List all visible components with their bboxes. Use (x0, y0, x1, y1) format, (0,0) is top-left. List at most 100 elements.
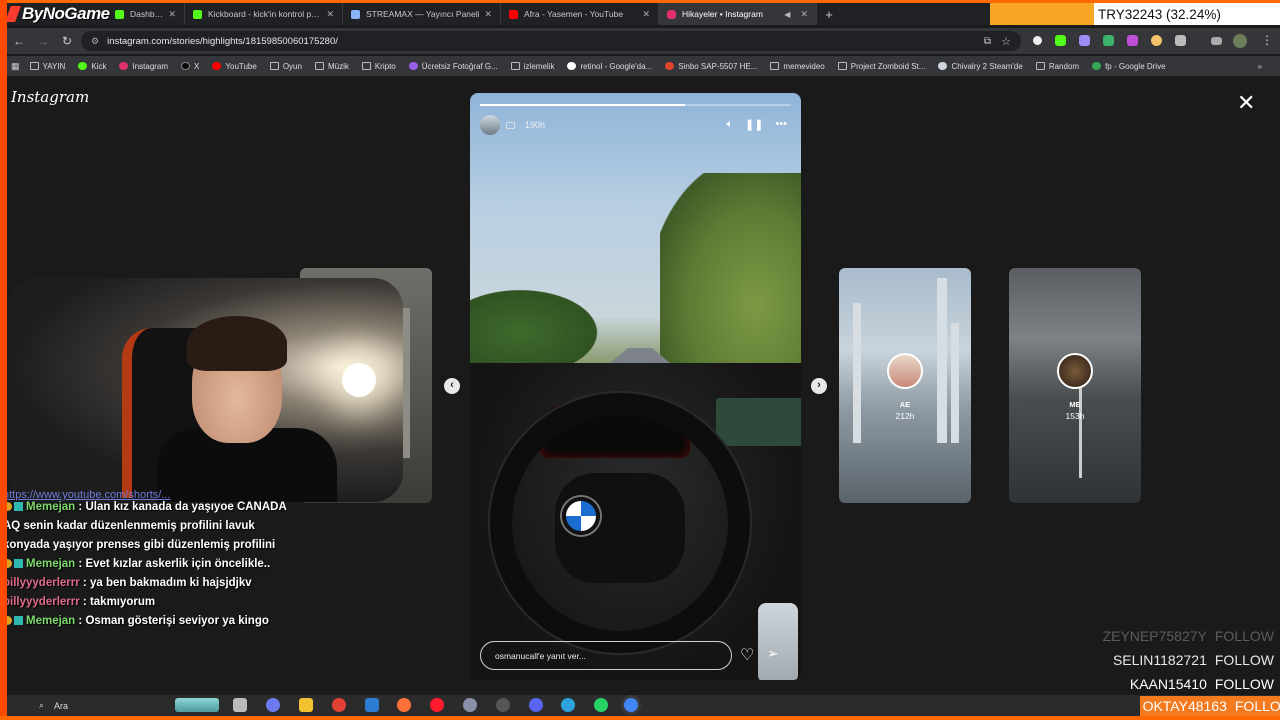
telegram-icon[interactable] (561, 698, 575, 712)
badge-icon (14, 616, 23, 625)
story-viewer[interactable]: 190h 🔈︎ ❚❚ ••• osmanucall'e yanıt ver...… (470, 93, 801, 680)
bookmark-photos[interactable]: Ücretsiz Fotoğraf G... (408, 62, 498, 71)
more-bookmarks-icon[interactable]: » (1258, 62, 1262, 71)
bookmark-star-icon[interactable]: ☆ (1001, 35, 1011, 48)
pause-icon[interactable]: ❚❚ (745, 118, 763, 131)
folder-icon (361, 62, 371, 70)
bookmark-chivalry[interactable]: Chivalry 2 Steam'de (938, 62, 1023, 71)
shield-icon[interactable] (1103, 35, 1114, 46)
story-timestamp: 190h (525, 120, 546, 130)
story-progress-bar (480, 104, 791, 106)
chrome-active-icon[interactable] (624, 698, 638, 712)
photo-icon (408, 62, 418, 70)
bookmark-izlemelik[interactable]: izlemelik (510, 62, 554, 71)
tab-streamax[interactable]: STREAMAX — Yayıncı Paneli ✕ (343, 3, 501, 25)
bookmarks-bar: ▦ YAYIN Kick Instagram X YouTube Oyun Mü… (7, 56, 1280, 76)
bookmark-sinbo[interactable]: Sinbo SAP-5507 HE... (665, 62, 757, 71)
task-view-icon[interactable] (233, 698, 247, 712)
apps-grid-icon[interactable]: ▦ (11, 61, 20, 72)
extensions-puzzle-icon[interactable] (1175, 35, 1186, 46)
bookmark-muzik[interactable]: Müzik (314, 62, 349, 71)
close-tab-icon[interactable]: ✕ (642, 9, 650, 20)
story-reply-input[interactable]: osmanucall'e yanıt ver... (480, 641, 732, 670)
firefox-icon[interactable] (397, 698, 411, 712)
story-controls: 🔈︎ ❚❚ ••• (726, 118, 787, 131)
story-image-cup (758, 603, 798, 680)
send-icon[interactable]: ➢ (767, 645, 779, 662)
skyscraper-shape (951, 323, 959, 443)
bookmark-memevideo[interactable]: memevideo (770, 62, 825, 71)
tab-instagram[interactable]: Hikayeler • Instagram ◀ ✕ (659, 3, 817, 25)
story-preview-ae[interactable]: AE 212h (839, 268, 971, 503)
bookmark-oyun[interactable]: Oyun (269, 62, 302, 71)
bookmark-youtube[interactable]: YouTube (212, 62, 257, 71)
instagram-favicon-icon (667, 9, 676, 19)
mail-icon[interactable] (365, 698, 379, 712)
opera-icon[interactable] (430, 698, 444, 712)
menu-kebab-icon[interactable]: ⋮ (1261, 33, 1273, 47)
chat-overlay: Memejan : Ulan kız kanada da yaşıyoe CAN… (3, 498, 293, 631)
bookmark-instagram[interactable]: Instagram (119, 62, 168, 71)
bookmark-retinol[interactable]: retinol - Google'da... (567, 62, 652, 71)
bookmark-x[interactable]: X (181, 62, 199, 71)
taskbar-widget-icon[interactable] (175, 698, 219, 712)
whatsapp-icon[interactable] (594, 698, 608, 712)
tab-search-icon[interactable] (1211, 37, 1222, 45)
forward-arrow-icon[interactable]: → (31, 34, 55, 48)
extension-icon[interactable] (1033, 36, 1042, 45)
chrome-icon[interactable] (332, 698, 346, 712)
story-avatar-me (1057, 353, 1093, 389)
extension-icon[interactable] (1151, 35, 1162, 46)
next-story-arrow-icon[interactable]: › (811, 378, 827, 394)
new-tab-button[interactable]: + (817, 7, 841, 22)
camera-icon (506, 121, 515, 129)
app-icon[interactable] (463, 698, 477, 712)
chat-message: billyyyderlerrr : takmıyorum (3, 596, 156, 608)
instagram-logo[interactable]: Instagram (11, 88, 89, 106)
follow-alert: KAAN15410 FOLLOW (1129, 676, 1274, 692)
site-info-icon[interactable]: ⚙ (91, 36, 99, 47)
speaker-icon[interactable]: ◀ (784, 10, 790, 19)
close-stories-icon[interactable]: ✕ (1237, 92, 1255, 114)
logo-mark-icon (5, 6, 21, 22)
follow-alerts: ZEYNEP75827Y FOLLOW SELIN1182721 FOLLOW KA… (1100, 624, 1280, 696)
search-icon: ⌕ (39, 700, 45, 710)
tab-youtube[interactable]: Afra - Yasemen - YouTube ✕ (501, 3, 659, 25)
bookmark-drive[interactable]: fp - Google Drive (1092, 62, 1166, 71)
close-tab-icon[interactable]: ✕ (800, 9, 808, 20)
story-avatar[interactable] (480, 115, 500, 135)
obs-icon[interactable] (496, 698, 510, 712)
previous-story-arrow-icon[interactable]: ‹ (444, 378, 460, 394)
profile-avatar-icon[interactable] (1233, 34, 1247, 48)
copilot-icon[interactable] (266, 698, 280, 712)
story-image-infotainment-screen (716, 398, 801, 446)
youtube-icon (212, 62, 222, 70)
story-preview-me[interactable]: ME 153h (1009, 268, 1141, 503)
like-heart-icon[interactable]: ♡ (740, 645, 754, 665)
file-explorer-icon[interactable] (299, 698, 313, 712)
close-tab-icon[interactable]: ✕ (326, 9, 334, 20)
bookmark-random[interactable]: Random (1035, 62, 1079, 71)
skyscraper-shape (853, 303, 861, 443)
bookmark-project-zomboid[interactable]: Project Zomboid St... (837, 62, 925, 71)
volume-icon[interactable]: 🔈︎ (726, 118, 733, 131)
address-bar[interactable]: ⚙ instagram.com/stories/highlights/18159… (81, 31, 1021, 51)
taskbar-search[interactable]: ⌕ Ara (39, 700, 68, 711)
bookmark-yayin[interactable]: YAYIN (29, 62, 65, 71)
extension-icon[interactable] (1127, 35, 1138, 46)
reload-icon[interactable]: ↻ (55, 34, 79, 48)
extension-icon[interactable] (1079, 35, 1090, 46)
folder-icon (837, 62, 847, 70)
close-tab-icon[interactable]: ✕ (168, 9, 176, 20)
google-icon (567, 62, 577, 70)
tab-kickboard[interactable]: Kickboard - kick'in kontrol paneli ✕ (185, 3, 343, 25)
close-tab-icon[interactable]: ✕ (484, 9, 492, 20)
folder-icon (269, 62, 279, 70)
discord-icon[interactable] (529, 698, 543, 712)
bookmark-kripto[interactable]: Kripto (361, 62, 396, 71)
back-arrow-icon[interactable]: ← (7, 34, 31, 48)
bookmark-kick[interactable]: Kick (78, 62, 106, 71)
more-options-icon[interactable]: ••• (775, 118, 787, 131)
extension-icon[interactable] (1055, 35, 1066, 46)
install-app-icon[interactable]: ⧉ (984, 36, 991, 47)
